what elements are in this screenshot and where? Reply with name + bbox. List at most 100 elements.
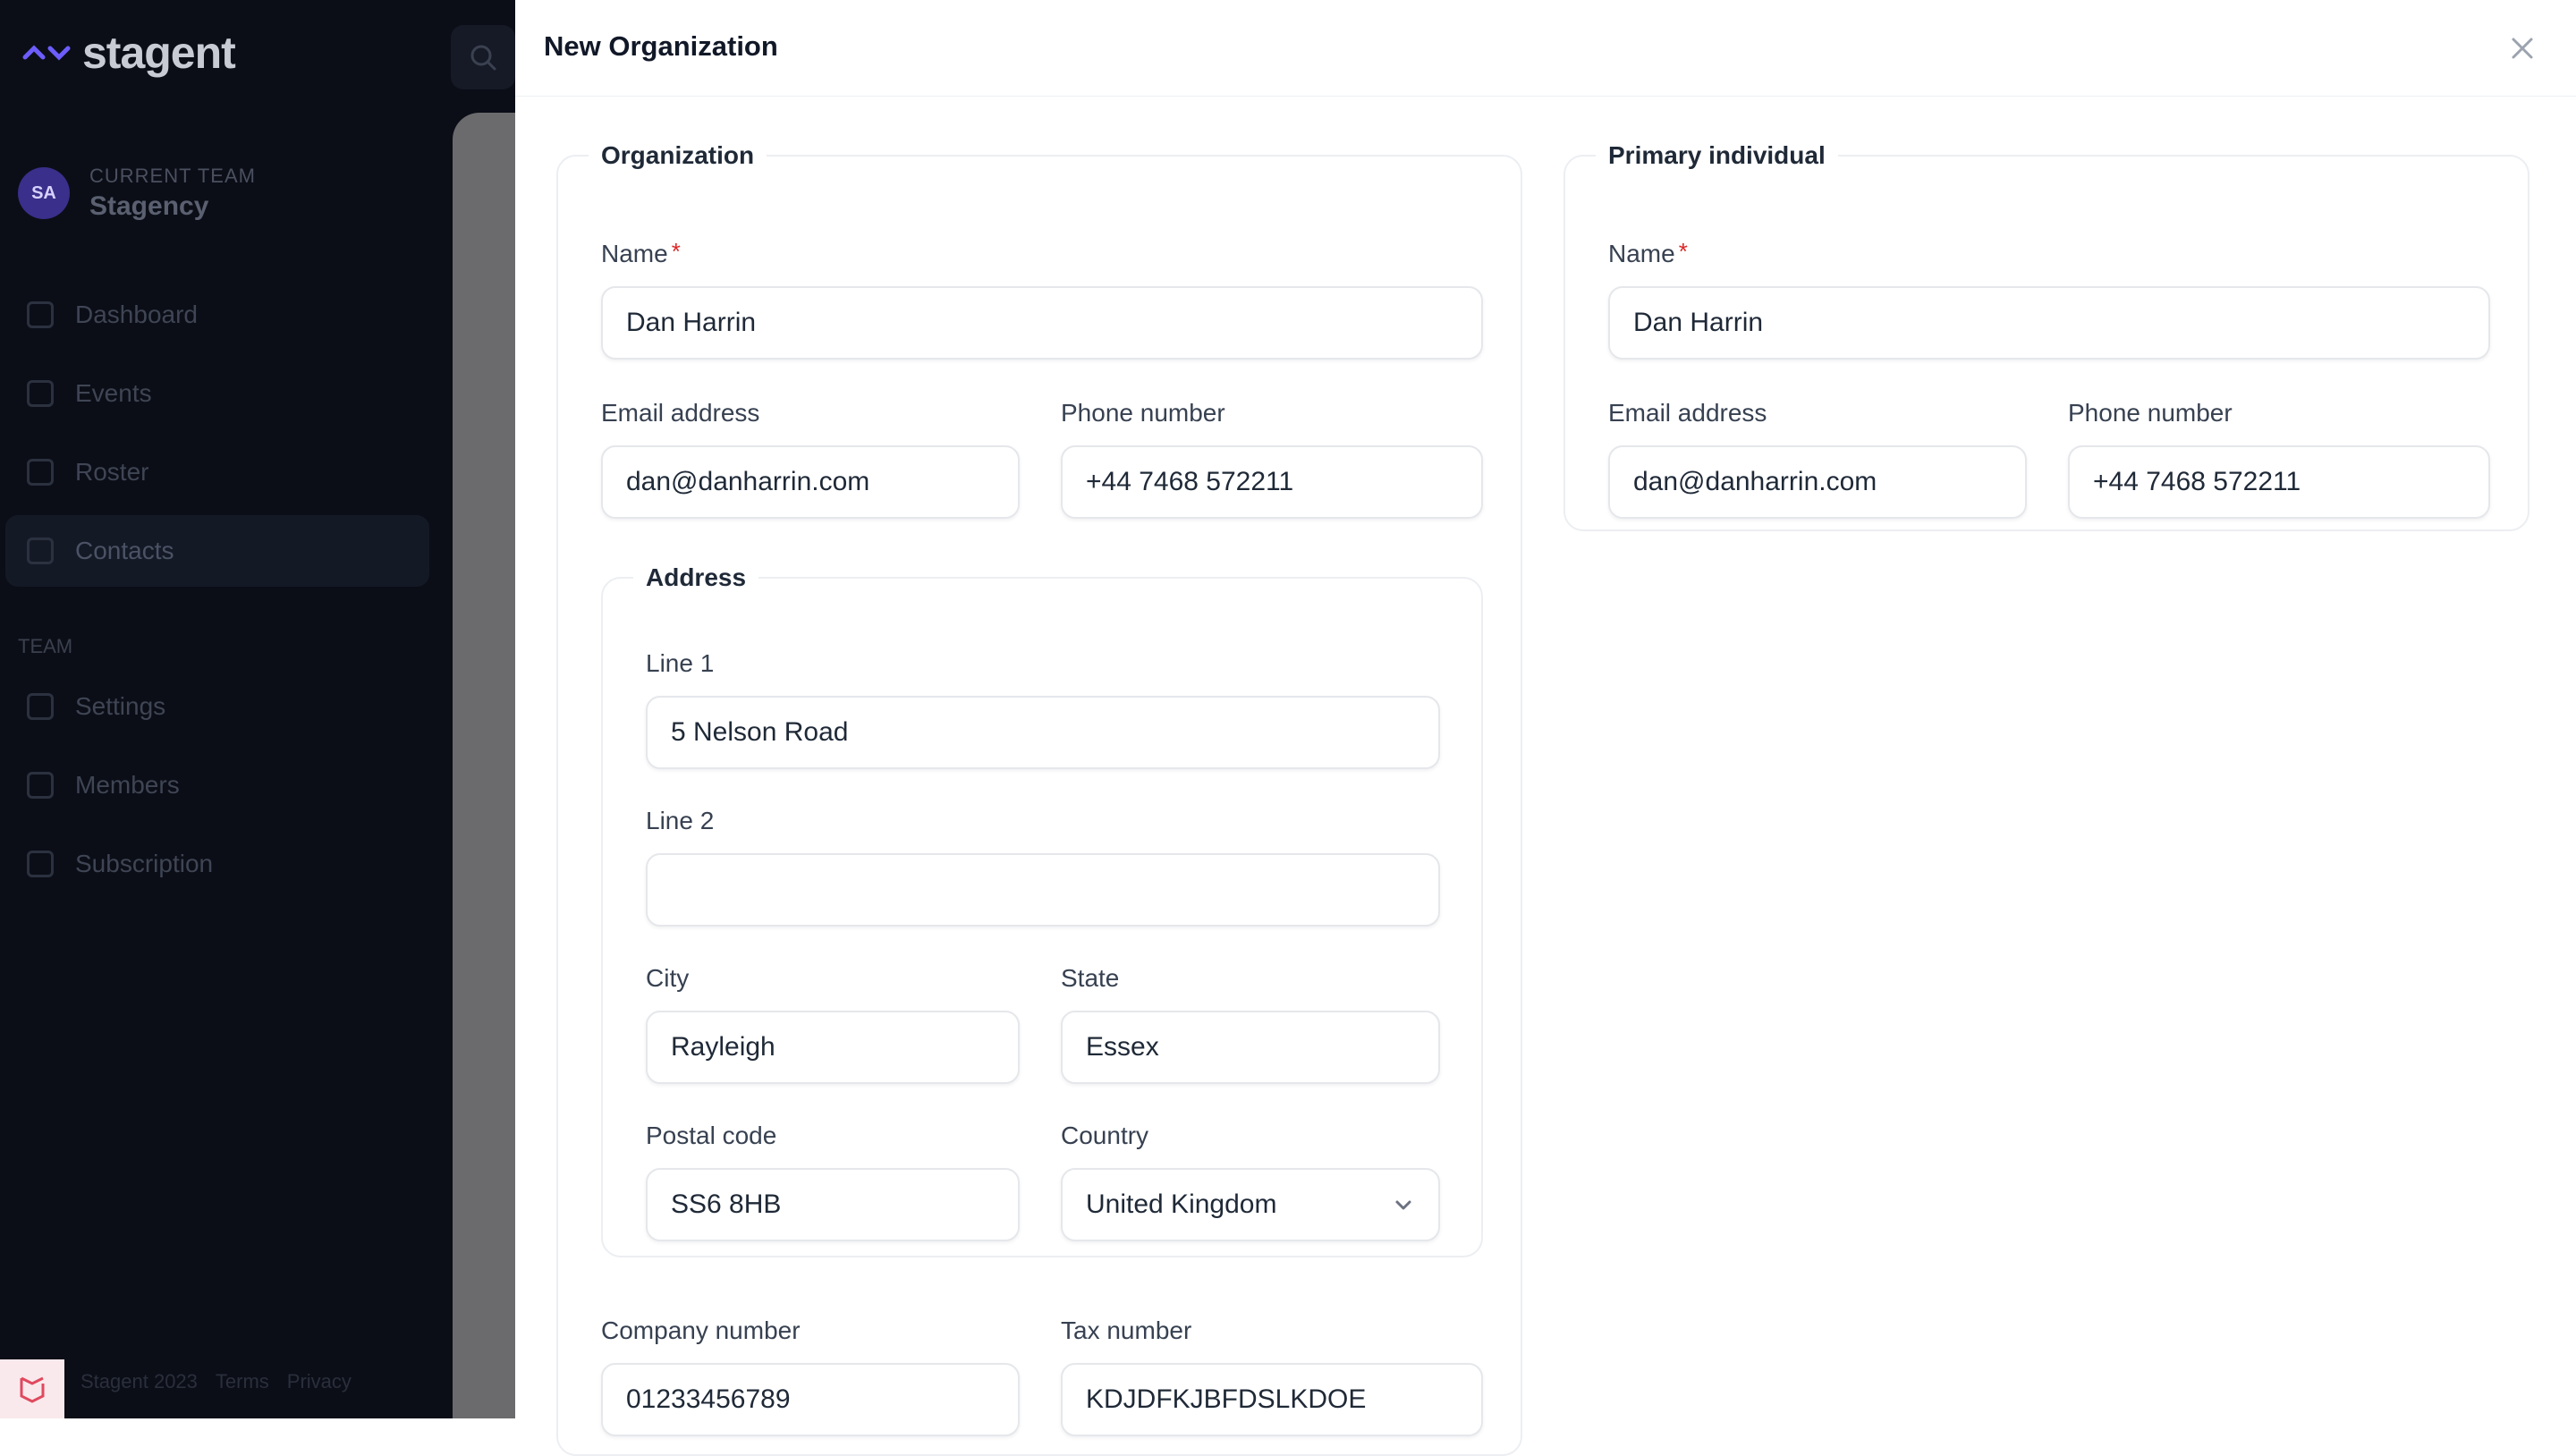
nav-heading-team: TEAM <box>18 635 73 657</box>
address-line2-label: Line 2 <box>646 807 715 834</box>
org-name-input[interactable]: Dan Harrin <box>601 286 1483 360</box>
org-name-label: Name <box>601 240 668 267</box>
privacy-link[interactable]: Privacy <box>287 1370 352 1393</box>
organization-fieldset: Organization Name * Dan Harrin Email add… <box>556 141 1522 1456</box>
search-button[interactable] <box>451 25 515 89</box>
laravel-logo-icon[interactable] <box>0 1359 64 1418</box>
stagent-logo-icon <box>22 45 71 61</box>
sidebar-item-dashboard[interactable]: Dashboard <box>5 279 429 351</box>
address-line1-label: Line 1 <box>646 649 715 677</box>
state-field: State Essex <box>1061 962 1440 1084</box>
address-line1-value: 5 Nelson Road <box>671 717 849 747</box>
sidebar-item-events[interactable]: Events <box>5 358 429 429</box>
individual-name-label: Name <box>1608 240 1675 267</box>
sidebar-item-contacts[interactable]: Contacts <box>5 515 429 587</box>
org-name-value: Dan Harrin <box>626 308 757 337</box>
sidebar-item-label: Contacts <box>75 537 174 564</box>
state-input[interactable]: Essex <box>1061 1011 1440 1084</box>
sidebar-item-roster[interactable]: Roster <box>5 436 429 508</box>
required-marker: * <box>671 238 681 265</box>
org-phone-value: +44 7468 572211 <box>1086 467 1294 496</box>
address-line2-field: Line 2 <box>646 805 1440 927</box>
calendar-icon <box>27 380 54 407</box>
sidebar-item-settings[interactable]: Settings <box>5 671 429 742</box>
individual-email-label: Email address <box>1608 399 1767 427</box>
country-field: Country United Kingdom <box>1061 1120 1440 1241</box>
new-organization-slideover: New Organization Organization Name * Dan… <box>515 0 2576 1456</box>
postal-code-label: Postal code <box>646 1122 777 1149</box>
slideover-header: New Organization <box>515 0 2576 97</box>
logo[interactable]: stagent <box>21 27 236 79</box>
company-number-label: Company number <box>601 1316 801 1344</box>
individual-email-input[interactable]: dan@danharrin.com <box>1608 445 2027 519</box>
company-number-input[interactable]: 01233456789 <box>601 1363 1020 1436</box>
sidebar-item-label: Settings <box>75 692 166 720</box>
list-icon <box>27 459 54 486</box>
org-phone-input[interactable]: +44 7468 572211 <box>1061 445 1483 519</box>
gear-icon <box>27 693 54 720</box>
sidebar-item-label: Members <box>75 771 180 799</box>
organization-legend: Organization <box>601 141 755 169</box>
primary-individual-fieldset: Primary individual Name * Dan Harrin Ema… <box>1563 141 2529 531</box>
address-line1-field: Line 1 5 Nelson Road <box>646 648 1440 769</box>
org-phone-field: Phone number +44 7468 572211 <box>1061 397 1483 519</box>
city-label: City <box>646 964 690 992</box>
close-button[interactable] <box>2501 27 2544 70</box>
country-select[interactable]: United Kingdom <box>1061 1168 1440 1241</box>
sidebar-item-label: Dashboard <box>75 301 198 328</box>
sidebar-item-label: Roster <box>75 458 149 486</box>
postal-code-field: Postal code SS6 8HB <box>646 1120 1020 1241</box>
city-input[interactable]: Rayleigh <box>646 1011 1020 1084</box>
logo-text: stagent <box>82 28 236 78</box>
card-icon <box>27 851 54 877</box>
required-marker: * <box>1678 238 1688 265</box>
primary-individual-legend: Primary individual <box>1608 141 1826 169</box>
individual-phone-value: +44 7468 572211 <box>2093 467 2301 496</box>
copyright-text: Stagent 2023 <box>80 1370 198 1393</box>
team-name: Stagency <box>89 191 209 221</box>
org-email-label: Email address <box>601 399 760 427</box>
individual-name-field: Name * Dan Harrin <box>1608 238 2490 360</box>
org-email-field: Email address dan@danharrin.com <box>601 397 1020 519</box>
individual-email-value: dan@danharrin.com <box>1633 467 1877 496</box>
country-label: Country <box>1061 1122 1149 1149</box>
sidebar-item-subscription[interactable]: Subscription <box>5 828 429 900</box>
sidebar: stagent SA CURRENT TEAM Stagency Dashboa… <box>0 0 447 1418</box>
tax-number-value: KDJDFKJBFDSLKDOE <box>1086 1384 1367 1414</box>
city-value: Rayleigh <box>671 1032 775 1062</box>
sidebar-item-members[interactable]: Members <box>5 749 429 821</box>
address-legend: Address <box>646 563 747 591</box>
postal-code-value: SS6 8HB <box>671 1189 782 1219</box>
org-email-input[interactable]: dan@danharrin.com <box>601 445 1020 519</box>
tax-number-input[interactable]: KDJDFKJBFDSLKDOE <box>1061 1363 1483 1436</box>
tax-number-label: Tax number <box>1061 1316 1192 1344</box>
sidebar-item-label: Events <box>75 379 152 407</box>
state-label: State <box>1061 964 1120 992</box>
team-switcher[interactable]: SA CURRENT TEAM Stagency <box>18 165 256 222</box>
individual-name-input[interactable]: Dan Harrin <box>1608 286 2490 360</box>
company-number-value: 01233456789 <box>626 1384 791 1414</box>
org-email-value: dan@danharrin.com <box>626 467 870 496</box>
individual-phone-field: Phone number +44 7468 572211 <box>2068 397 2490 519</box>
org-name-field: Name * Dan Harrin <box>601 238 1483 360</box>
slideover-title: New Organization <box>544 30 778 62</box>
team-avatar: SA <box>18 167 70 219</box>
home-icon <box>27 301 54 328</box>
individual-phone-input[interactable]: +44 7468 572211 <box>2068 445 2490 519</box>
users-icon <box>27 772 54 799</box>
address-line2-input[interactable] <box>646 853 1440 927</box>
org-phone-label: Phone number <box>1061 399 1225 427</box>
laravel-icon <box>20 1376 45 1403</box>
individual-name-value: Dan Harrin <box>1633 308 1764 337</box>
sidebar-footer: Stagent 2023 Terms Privacy <box>80 1370 352 1393</box>
close-icon <box>2512 38 2533 59</box>
city-field: City Rayleigh <box>646 962 1020 1084</box>
address-line1-input[interactable]: 5 Nelson Road <box>646 696 1440 769</box>
sidebar-item-label: Subscription <box>75 850 214 877</box>
team-caption: CURRENT TEAM <box>89 165 256 187</box>
chevron-down-icon <box>1395 1200 1411 1210</box>
terms-link[interactable]: Terms <box>216 1370 269 1393</box>
country-value: United Kingdom <box>1086 1189 1277 1219</box>
user-icon <box>27 538 54 564</box>
postal-code-input[interactable]: SS6 8HB <box>646 1168 1020 1241</box>
